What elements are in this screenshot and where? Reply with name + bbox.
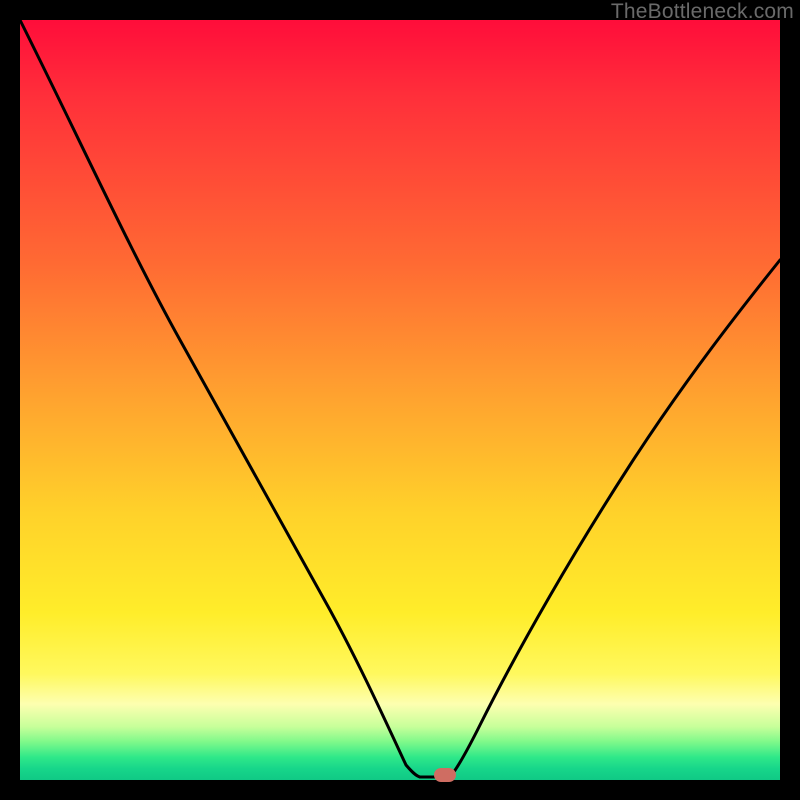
plot-area <box>20 20 780 780</box>
chart-frame: TheBottleneck.com <box>0 0 800 800</box>
optimal-marker <box>434 768 456 782</box>
bottleneck-curve <box>20 20 780 780</box>
watermark-text: TheBottleneck.com <box>611 0 794 24</box>
curve-right-branch <box>450 260 780 777</box>
curve-left-branch <box>20 20 420 777</box>
